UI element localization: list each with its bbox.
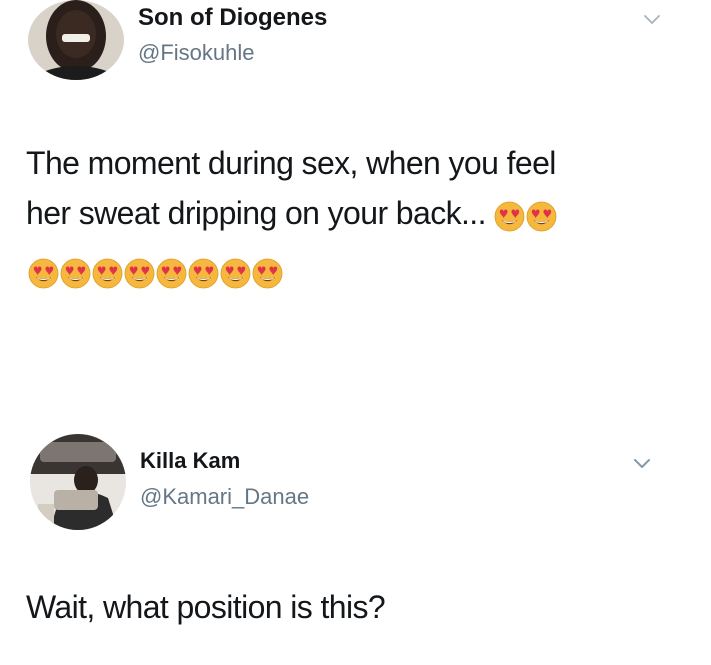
heart-eyes-emoji <box>252 258 283 289</box>
heart-eyes-emoji <box>92 258 123 289</box>
tweet-text-line-2-container: her sweat dripping on your back... <box>26 188 646 241</box>
tweet-reply: Killa Kam @Kamari_Danae Wait, what posit… <box>0 418 711 665</box>
inline-emoji-group <box>494 191 558 241</box>
tweet-original: Son of Diogenes @Fisokuhle The moment du… <box>0 0 711 330</box>
heart-eyes-emoji <box>494 196 525 231</box>
tweet-text-line-2: her sweat dripping on your back... <box>26 195 486 231</box>
heart-eyes-emoji <box>28 258 59 289</box>
avatar[interactable] <box>28 0 124 80</box>
heart-eyes-emoji <box>156 258 187 289</box>
user-handle[interactable]: @Fisokuhle <box>138 40 255 66</box>
heart-eyes-emoji <box>124 258 155 289</box>
chevron-down-icon[interactable] <box>640 8 664 32</box>
tweet-text-line-1: The moment during sex, when you feel <box>26 145 556 181</box>
emoji-row <box>28 258 284 289</box>
heart-eyes-emoji <box>220 258 251 289</box>
tweet-text: Wait, what position is this? <box>26 589 386 625</box>
avatar[interactable] <box>30 434 126 530</box>
heart-eyes-emoji <box>60 258 91 289</box>
heart-eyes-emoji <box>188 258 219 289</box>
display-name[interactable]: Killa Kam <box>140 448 240 474</box>
tweet-text: The moment during sex, when you feel her… <box>26 138 646 241</box>
chevron-down-icon[interactable] <box>630 452 654 476</box>
display-name[interactable]: Son of Diogenes <box>138 4 327 32</box>
user-handle[interactable]: @Kamari_Danae <box>140 484 309 510</box>
heart-eyes-emoji <box>526 196 557 231</box>
